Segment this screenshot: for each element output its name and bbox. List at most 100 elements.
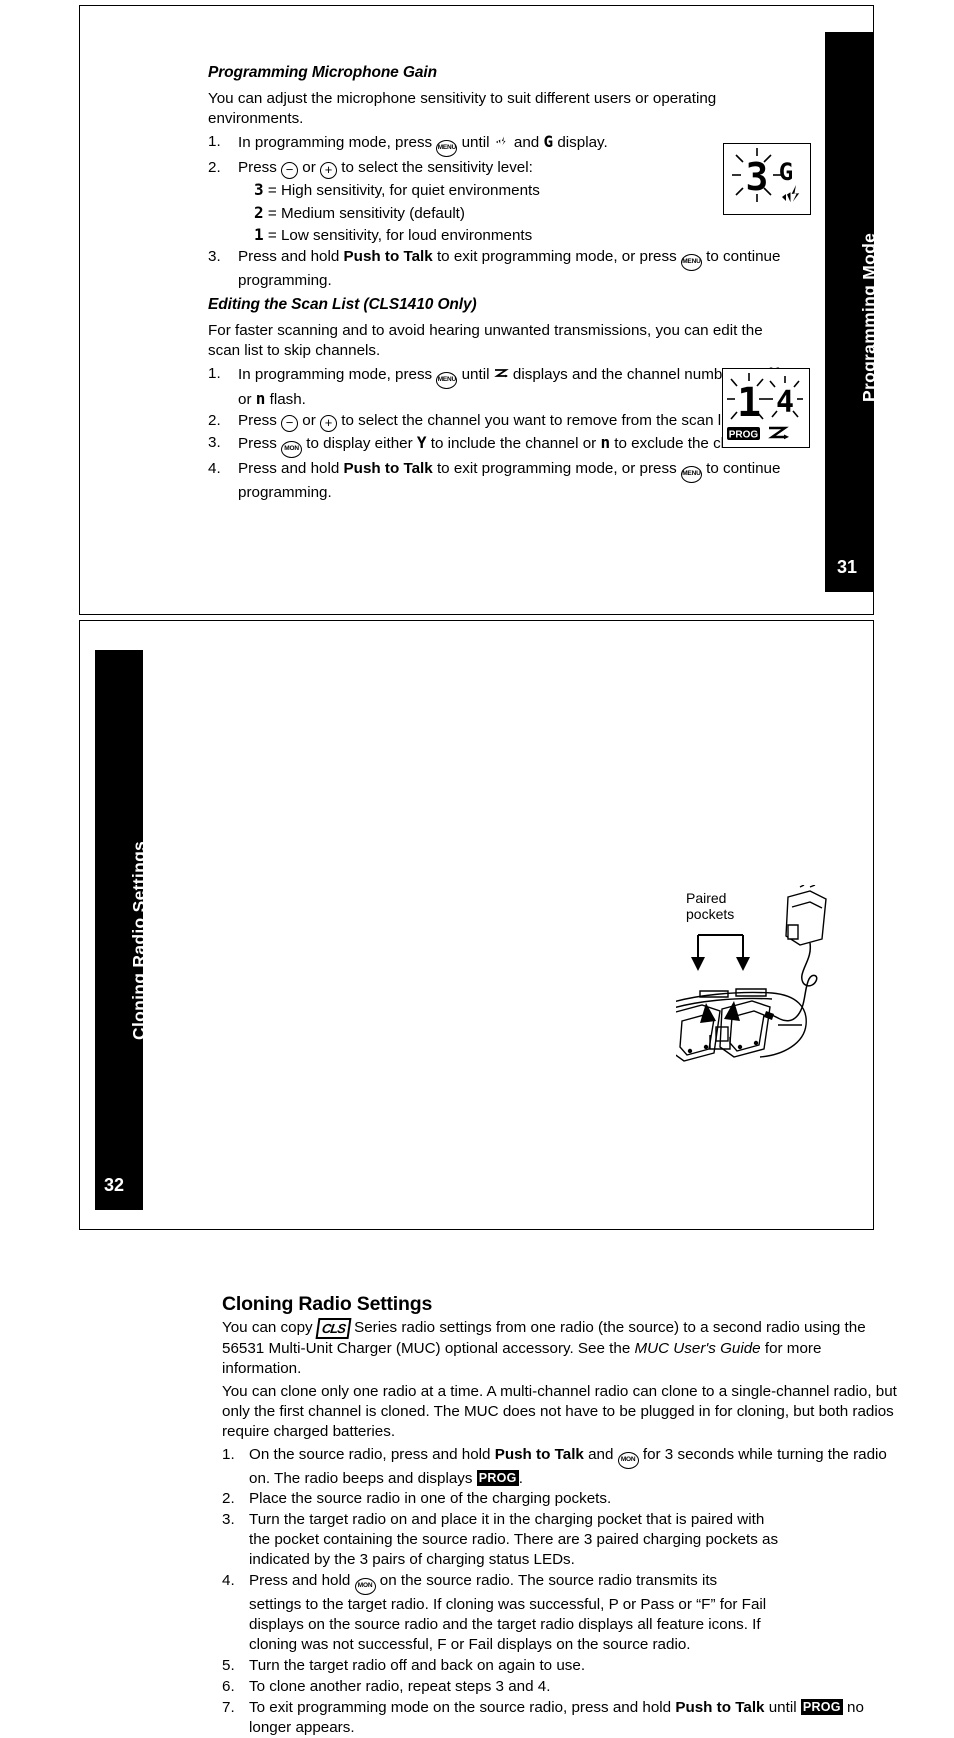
- step-text-b: to display either: [302, 435, 417, 453]
- mic-icon: [782, 185, 800, 203]
- list-item: 3. Press and hold Push to Talk to exit p…: [208, 247, 788, 291]
- push-to-talk-label: Push to Talk: [343, 247, 433, 265]
- sensitivity-levels: 3 = High sensitivity, for quiet environm…: [238, 179, 788, 246]
- page-number: 32: [104, 1175, 125, 1195]
- step-text-a: Press and hold: [238, 247, 344, 265]
- segment-glyph: 2: [254, 202, 264, 222]
- scan-list-steps: 1. In programming mode, press MENU until…: [208, 364, 788, 503]
- section-heading-scan-list: Editing the Scan List (CLS1410 Only): [208, 295, 477, 313]
- level-label: = High sensitivity, for quiet environmen…: [267, 182, 540, 200]
- step-number: 2.: [222, 1490, 235, 1508]
- menu-key-icon: MENU: [680, 466, 702, 484]
- step-number: 4.: [222, 1572, 235, 1590]
- page-title: Cloning Radio Settings: [222, 1293, 433, 1315]
- step-text-c: and: [509, 133, 544, 151]
- scan-icon: [493, 366, 509, 383]
- side-tab-programming-mode: Programming Mode 31: [825, 32, 879, 592]
- list-item: 3 = High sensitivity, for quiet environm…: [238, 179, 788, 201]
- list-item: 1. In programming mode, press MENU until…: [208, 364, 788, 410]
- step-text-b: until: [457, 133, 494, 151]
- step-text-b: to exit programming mode, or press: [432, 460, 681, 478]
- step-text-a: To exit programming mode on the source r…: [249, 1698, 676, 1716]
- section-heading-mic-gain: Programming Microphone Gain: [208, 64, 437, 81]
- intro-paragraph-1: You can copy CLS Series radio settings f…: [222, 1318, 902, 1379]
- muc-guide-title: MUC User's Guide: [634, 1340, 761, 1358]
- side-tab-cloning-radio-settings: Cloning Radio Settings 32: [95, 650, 149, 1210]
- illus-label-line1: Paired: [686, 890, 726, 906]
- section-intro-mic-gain: You can adjust the microphone sensitivit…: [208, 90, 717, 127]
- prog-badge: PROG: [800, 1698, 843, 1715]
- step-text-a: Press and hold: [238, 460, 344, 478]
- prog-badge: PROG: [476, 1469, 519, 1486]
- list-item: 3. Turn the target radio on and place it…: [222, 1510, 779, 1570]
- page-31-content: Programming Microphone Gain You can adju…: [208, 64, 788, 504]
- list-item: 2. Press − or + to select the channel yo…: [208, 411, 788, 433]
- level-label: = Medium sensitivity (default): [267, 204, 465, 222]
- mon-key-icon: MON: [354, 1578, 376, 1596]
- step-text-a: In programming mode, press: [238, 365, 437, 383]
- list-item: 4. Press and hold MON on the source radi…: [222, 1571, 769, 1655]
- segment-glyph-n: n: [600, 433, 611, 453]
- step-text-a: Press: [238, 435, 282, 453]
- list-item: 5. Turn the target radio off and back on…: [222, 1656, 902, 1676]
- step-text-b: and: [583, 1445, 618, 1463]
- list-item: 3. Press MON to display either Y to incl…: [208, 433, 788, 459]
- step-text-b: until: [764, 1698, 801, 1716]
- lcd-digit-3: 3: [746, 155, 769, 199]
- step-text-d: display.: [553, 133, 608, 151]
- list-item: 1. In programming mode, press MENU until…: [208, 132, 788, 157]
- step-text-a: On the source radio, press and hold: [249, 1445, 495, 1463]
- plus-key-icon: +: [320, 415, 337, 433]
- push-to-talk-label: Push to Talk: [343, 460, 433, 478]
- step-number: 3.: [208, 247, 221, 265]
- step-text-d: .: [518, 1469, 523, 1487]
- page-32-content: Cloning Radio Settings You can copy CLS …: [222, 1293, 902, 1738]
- scan-icon: [768, 426, 789, 440]
- cloning-steps: 1. On the source radio, press and hold P…: [222, 1445, 902, 1738]
- step-number: 6.: [222, 1677, 235, 1695]
- step-number: 7.: [222, 1698, 235, 1716]
- lcd-digit-4: 4: [776, 385, 794, 420]
- prog-badge-icon: PROG: [727, 427, 760, 440]
- cls-logo: CLS: [315, 1318, 352, 1340]
- lcd-scan-list-display: 1 4 PROG: [722, 368, 810, 448]
- list-item: 2. Place the source radio in one of the …: [222, 1489, 902, 1509]
- step-number: 2.: [208, 158, 221, 176]
- segment-glyph: 3: [254, 180, 264, 200]
- step-number: 3.: [208, 434, 221, 452]
- step-text-c: to select the sensitivity level:: [337, 158, 533, 176]
- step-text-d: or: [238, 390, 256, 408]
- step-text-a: Turn the target radio off and back on ag…: [249, 1656, 586, 1674]
- menu-key-icon: MENU: [680, 253, 702, 271]
- segment-glyph-g: G: [543, 131, 554, 151]
- lcd-mic-gain-display: 3 G: [723, 143, 811, 215]
- mic-icon: [494, 134, 510, 151]
- mon-key-icon: MON: [281, 441, 303, 459]
- step-text-a: To clone another radio, repeat steps 3 a…: [249, 1677, 551, 1695]
- step-text-b: or: [298, 411, 320, 429]
- mon-key-icon: MON: [617, 1451, 639, 1469]
- level-label: = Low sensitivity, for loud environments: [267, 226, 533, 244]
- page-number: 31: [837, 557, 858, 577]
- segment-glyph-n: n: [255, 388, 266, 408]
- step-text-e: flash.: [265, 390, 306, 408]
- step-number: 2.: [208, 411, 221, 429]
- minus-key-icon: −: [281, 415, 299, 433]
- step-number: 1.: [222, 1445, 235, 1463]
- intro-paragraph-2: You can clone only one radio at a time. …: [222, 1382, 897, 1440]
- push-to-talk-label: Push to Talk: [675, 1698, 765, 1716]
- step-text-a: In programming mode, press: [238, 133, 437, 151]
- illus-label-line2: pockets: [686, 906, 734, 922]
- step-text-c: to select the channel you want to remove…: [337, 411, 741, 429]
- segment-glyph-y: Y: [416, 433, 427, 453]
- side-tab-label: Programming Mode: [859, 232, 879, 402]
- list-item: 7. To exit programming mode on the sourc…: [222, 1698, 902, 1738]
- segment-glyph: 1: [254, 224, 264, 244]
- section-intro-scan-list: For faster scanning and to avoid hearing…: [208, 321, 763, 359]
- page-31: Programming Mode 31 Programming Micropho…: [79, 5, 879, 615]
- step-text-a: Press: [238, 411, 282, 429]
- step-text-a: Place the source radio in one of the cha…: [249, 1490, 612, 1508]
- step-text-a: Press and hold: [249, 1572, 355, 1590]
- step-text-a: Press: [238, 158, 282, 176]
- step-text-b: or: [298, 158, 320, 176]
